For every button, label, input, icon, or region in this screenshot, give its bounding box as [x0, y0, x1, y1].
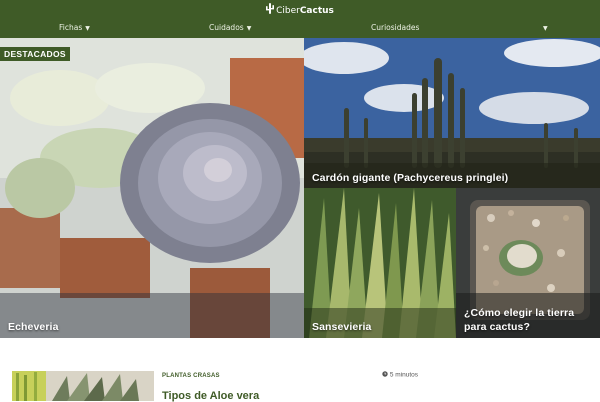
article-title[interactable]: Tipos de Aloe vera — [162, 390, 259, 402]
article-category[interactable]: PLANTAS CRASAS — [162, 373, 220, 379]
article-thumbnail[interactable] — [12, 371, 154, 401]
site-logo[interactable]: CiberCactus — [0, 3, 600, 18]
nav-fichas-label: Fichas — [59, 23, 83, 32]
nav-fichas[interactable]: Fichas ▼ — [59, 22, 90, 35]
nav-curiosidades[interactable]: Curiosidades — [371, 22, 419, 34]
featured-tile-sansevieria[interactable]: Sansevieria — [304, 188, 456, 338]
brand-name-bold: Cactus — [299, 6, 334, 16]
featured-tile-echeveria[interactable]: DESTACADOS Echeveria — [0, 38, 304, 338]
nav-curiosidades-label: Curiosidades — [371, 23, 420, 32]
chevron-down-icon: ▼ — [543, 25, 548, 32]
nav-cuidados[interactable]: Cuidados ▼ — [209, 22, 251, 35]
tile-title: Cardón gigante (Pachycereus pringlei) — [312, 172, 509, 184]
aloe-image — [12, 371, 154, 401]
cactus-logo-icon — [266, 3, 275, 18]
chevron-down-icon: ▼ — [85, 25, 90, 32]
nav-more[interactable]: ▼ — [540, 22, 548, 35]
chevron-down-icon: ▼ — [246, 25, 252, 32]
article-read-time: 5 minutos — [382, 371, 418, 379]
tile-title: ¿Cómo elegir la tierra para cactus? — [464, 307, 575, 333]
sansevieria-image — [304, 188, 456, 338]
tile-title: Sansevieria — [312, 321, 372, 333]
cardon-image — [304, 38, 600, 188]
nav-cuidados-label: Cuidados — [209, 23, 244, 32]
brand-name-light: Ciber — [276, 6, 300, 16]
tile-title: Echeveria — [8, 321, 59, 333]
featured-badge: DESTACADOS — [0, 47, 70, 61]
article-card[interactable]: PLANTAS CRASAS 5 minutos Tipos de Aloe v… — [0, 338, 600, 402]
site-header: CiberCactus Fichas ▼ Cuidados ▼ Curiosidad… — [0, 0, 600, 38]
echeveria-image — [0, 38, 304, 338]
clock-icon — [382, 371, 390, 379]
read-time-label: 5 minutos — [389, 371, 418, 379]
featured-tile-tierra[interactable]: ¿Cómo elegir la tierra para cactus? — [456, 188, 600, 338]
featured-tile-cardon[interactable]: Cardón gigante (Pachycereus pringlei) — [304, 38, 600, 188]
